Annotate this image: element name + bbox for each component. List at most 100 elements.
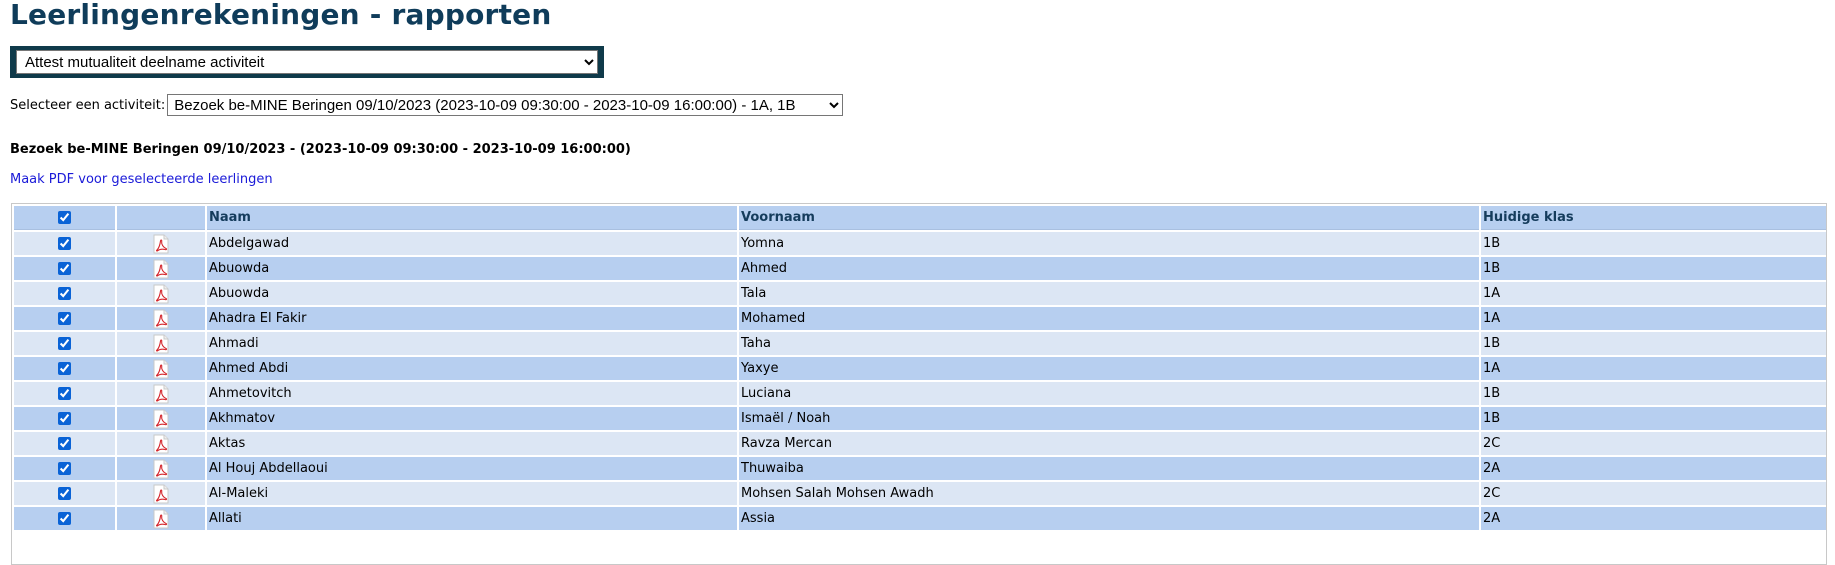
cell-klas: 1A xyxy=(1481,357,1826,380)
table-row: Abdelgawad Yomna 1B xyxy=(14,232,1826,255)
row-pdf-cell xyxy=(117,307,205,330)
table-header-row: Naam Voornaam Huidige klas xyxy=(14,206,1826,230)
pdf-icon[interactable] xyxy=(152,284,170,303)
cell-voornaam: Luciana xyxy=(739,382,1479,405)
row-pdf-cell xyxy=(117,282,205,305)
cell-voornaam: Tala xyxy=(739,282,1479,305)
table-row: Ahadra El Fakir Mohamed 1A xyxy=(14,307,1826,330)
cell-klas: 1A xyxy=(1481,307,1826,330)
row-select-checkbox[interactable] xyxy=(58,262,71,275)
cell-klas: 2A xyxy=(1481,457,1826,480)
select-all-checkbox[interactable] xyxy=(58,211,71,224)
table-row: Allati Assia 2A xyxy=(14,507,1826,530)
table-row: Ahmed Abdi Yaxye 1A xyxy=(14,357,1826,380)
row-select-cell xyxy=(14,457,115,480)
cell-voornaam: Thuwaiba xyxy=(739,457,1479,480)
row-select-checkbox[interactable] xyxy=(58,512,71,525)
cell-naam: Ahadra El Fakir xyxy=(207,307,737,330)
activity-heading: Bezoek be-MINE Beringen 09/10/2023 - (20… xyxy=(10,142,631,157)
pdf-icon[interactable] xyxy=(152,259,170,278)
row-select-cell xyxy=(14,257,115,280)
row-pdf-cell xyxy=(117,382,205,405)
table-row: Abuowda Ahmed 1B xyxy=(14,257,1826,280)
row-select-cell xyxy=(14,507,115,530)
cell-naam: Ahmadi xyxy=(207,332,737,355)
row-select-cell xyxy=(14,282,115,305)
select-all-cell xyxy=(14,206,115,230)
pdf-icon[interactable] xyxy=(152,484,170,503)
table-row: Ahmadi Taha 1B xyxy=(14,332,1826,355)
row-select-checkbox[interactable] xyxy=(58,237,71,250)
cell-klas: 1B xyxy=(1481,257,1826,280)
column-header-klas[interactable]: Huidige klas xyxy=(1481,206,1826,230)
cell-naam: Al Houj Abdellaoui xyxy=(207,457,737,480)
row-select-checkbox[interactable] xyxy=(58,362,71,375)
cell-naam: Ahmetovitch xyxy=(207,382,737,405)
activity-select[interactable]: Bezoek be-MINE Beringen 09/10/2023 (2023… xyxy=(167,94,844,116)
pdf-icon[interactable] xyxy=(152,384,170,403)
table-row: Ahmetovitch Luciana 1B xyxy=(14,382,1826,405)
students-table: Naam Voornaam Huidige klas Abdelgawad Yom… xyxy=(12,204,1826,532)
pdf-icon[interactable] xyxy=(152,334,170,353)
row-pdf-cell xyxy=(117,232,205,255)
row-select-checkbox[interactable] xyxy=(58,437,71,450)
students-table-container: Naam Voornaam Huidige klas Abdelgawad Yom… xyxy=(11,203,1827,565)
page-title: Leerlingenrekeningen - rapporten xyxy=(10,0,552,31)
report-type-select-container: Attest mutualiteit deelname activiteit xyxy=(10,46,604,78)
cell-voornaam: Ravza Mercan xyxy=(739,432,1479,455)
row-select-checkbox[interactable] xyxy=(58,337,71,350)
cell-klas: 1B xyxy=(1481,407,1826,430)
row-pdf-cell xyxy=(117,257,205,280)
column-header-voornaam[interactable]: Voornaam xyxy=(739,206,1479,230)
row-pdf-cell xyxy=(117,482,205,505)
cell-naam: Abuowda xyxy=(207,282,737,305)
row-select-checkbox[interactable] xyxy=(58,412,71,425)
pdf-icon[interactable] xyxy=(152,434,170,453)
row-pdf-cell xyxy=(117,432,205,455)
cell-voornaam: Ahmed xyxy=(739,257,1479,280)
row-select-cell xyxy=(14,307,115,330)
pdf-icon[interactable] xyxy=(152,459,170,478)
column-header-naam[interactable]: Naam xyxy=(207,206,737,230)
cell-klas: 2A xyxy=(1481,507,1826,530)
row-select-cell xyxy=(14,232,115,255)
row-select-checkbox[interactable] xyxy=(58,487,71,500)
row-select-checkbox[interactable] xyxy=(58,312,71,325)
cell-voornaam: Mohsen Salah Mohsen Awadh xyxy=(739,482,1479,505)
icon-column-header xyxy=(117,206,205,230)
row-pdf-cell xyxy=(117,457,205,480)
row-select-cell xyxy=(14,482,115,505)
cell-klas: 1B xyxy=(1481,232,1826,255)
table-row: Al Houj Abdellaoui Thuwaiba 2A xyxy=(14,457,1826,480)
row-select-cell xyxy=(14,357,115,380)
cell-klas: 2C xyxy=(1481,482,1826,505)
report-type-select[interactable]: Attest mutualiteit deelname activiteit xyxy=(16,50,598,74)
cell-naam: Akhmatov xyxy=(207,407,737,430)
row-pdf-cell xyxy=(117,507,205,530)
row-pdf-cell xyxy=(117,357,205,380)
cell-naam: Ahmed Abdi xyxy=(207,357,737,380)
cell-klas: 1B xyxy=(1481,332,1826,355)
cell-naam: Abuowda xyxy=(207,257,737,280)
cell-naam: Aktas xyxy=(207,432,737,455)
table-row: Abuowda Tala 1A xyxy=(14,282,1826,305)
row-pdf-cell xyxy=(117,332,205,355)
row-select-checkbox[interactable] xyxy=(58,287,71,300)
activity-select-row: Selecteer een activiteit: Bezoek be-MINE… xyxy=(10,93,844,117)
pdf-icon[interactable] xyxy=(152,359,170,378)
cell-naam: Allati xyxy=(207,507,737,530)
cell-klas: 1B xyxy=(1481,382,1826,405)
make-pdf-link[interactable]: Maak PDF voor geselecteerde leerlingen xyxy=(10,172,273,187)
cell-voornaam: Assia xyxy=(739,507,1479,530)
row-pdf-cell xyxy=(117,407,205,430)
row-select-checkbox[interactable] xyxy=(58,462,71,475)
cell-klas: 1A xyxy=(1481,282,1826,305)
row-select-checkbox[interactable] xyxy=(58,387,71,400)
cell-voornaam: Taha xyxy=(739,332,1479,355)
pdf-icon[interactable] xyxy=(152,509,170,528)
pdf-icon[interactable] xyxy=(152,234,170,253)
row-select-cell xyxy=(14,382,115,405)
pdf-icon[interactable] xyxy=(152,409,170,428)
pdf-icon[interactable] xyxy=(152,309,170,328)
cell-naam: Al-Maleki xyxy=(207,482,737,505)
